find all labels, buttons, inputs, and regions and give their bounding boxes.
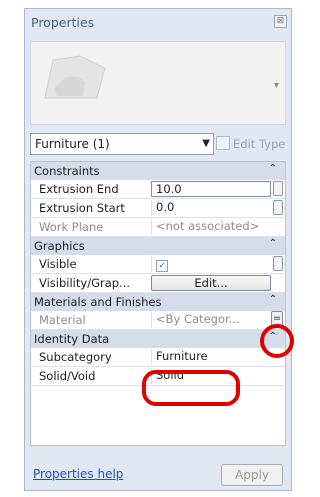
properties-palette: Properties ⊠ ▾ Furniture (1) ▼ Edit Type… [24,8,292,491]
associate-param-button[interactable] [273,256,283,271]
param-name: Work Plane [39,220,104,234]
param-name: Solid/Void [39,369,96,383]
palette-title: Properties [31,15,95,30]
row-work-plane: Work Plane <not associated> [31,218,285,237]
visible-checkbox[interactable]: ✓ [156,260,168,272]
collapse-icon[interactable]: ⌃ [269,331,277,342]
visibility-edit-button[interactable]: Edit... [151,275,271,291]
row-extrusion-start: Extrusion Start 0.0 [31,199,285,218]
associate-material-param-button[interactable]: = [271,311,283,328]
close-icon[interactable]: ⊠ [274,15,287,28]
row-visible: Visible ✓ [31,255,285,274]
row-solid-void: Solid/Void Solid [31,367,285,386]
extrusion-end-input[interactable]: 10.0 [151,181,271,197]
param-name: Subcategory [39,350,112,364]
associate-param-button[interactable] [273,181,283,196]
type-selector-value: Furniture (1) [35,137,110,151]
param-name: Extrusion End [39,182,119,196]
type-selector-row: Furniture (1) ▼ Edit Type [30,133,286,155]
collapse-icon[interactable]: ⌃ [269,163,277,174]
solid-void-value[interactable]: Solid [151,368,271,384]
collapse-icon[interactable]: ⌃ [269,294,277,305]
param-name: Visible [39,257,77,271]
visible-cell: ✓ [151,256,271,272]
row-visibility-graphics: Visibility/Grap... Edit... [31,274,285,293]
group-identity-data[interactable]: Identity Data ⌃ [31,330,285,348]
param-name: Visibility/Grap... [39,276,131,290]
type-selector-dropdown[interactable]: Furniture (1) ▼ [30,133,214,155]
material-value: <By Categor... [151,312,271,328]
param-name: Material [39,313,86,327]
properties-help-link[interactable]: Properties help [33,467,123,481]
edit-type-label: Edit Type [233,137,286,151]
chevron-down-icon[interactable]: ▾ [274,80,279,91]
group-materials[interactable]: Materials and Finishes ⌃ [31,293,285,311]
row-extrusion-end: Extrusion End 10.0 [31,180,285,199]
type-preview-image: ▾ [30,41,286,125]
dropdown-arrow-icon: ▼ [202,138,210,149]
group-label: Constraints [34,164,100,178]
collapse-icon[interactable]: ⌃ [269,238,277,249]
row-material: Material <By Categor... = [31,311,285,330]
group-graphics[interactable]: Graphics ⌃ [31,237,285,255]
edit-type-icon [216,136,230,150]
associate-param-button[interactable] [273,200,283,215]
group-label: Identity Data [34,332,110,346]
group-constraints[interactable]: Constraints ⌃ [31,162,285,180]
subcategory-value[interactable]: Furniture [151,349,271,365]
work-plane-value: <not associated> [151,219,271,235]
extrusion-start-value[interactable]: 0.0 [151,200,271,216]
group-label: Materials and Finishes [34,295,162,309]
properties-grid: Constraints ⌃ Extrusion End 10.0 Extrusi… [30,161,286,446]
param-name: Extrusion Start [39,201,125,215]
row-subcategory: Subcategory Furniture [31,348,285,367]
group-label: Graphics [34,239,85,253]
apply-button[interactable]: Apply [221,464,283,486]
family-thumbnail-icon [44,55,106,99]
edit-type-button[interactable]: Edit Type [216,136,285,151]
